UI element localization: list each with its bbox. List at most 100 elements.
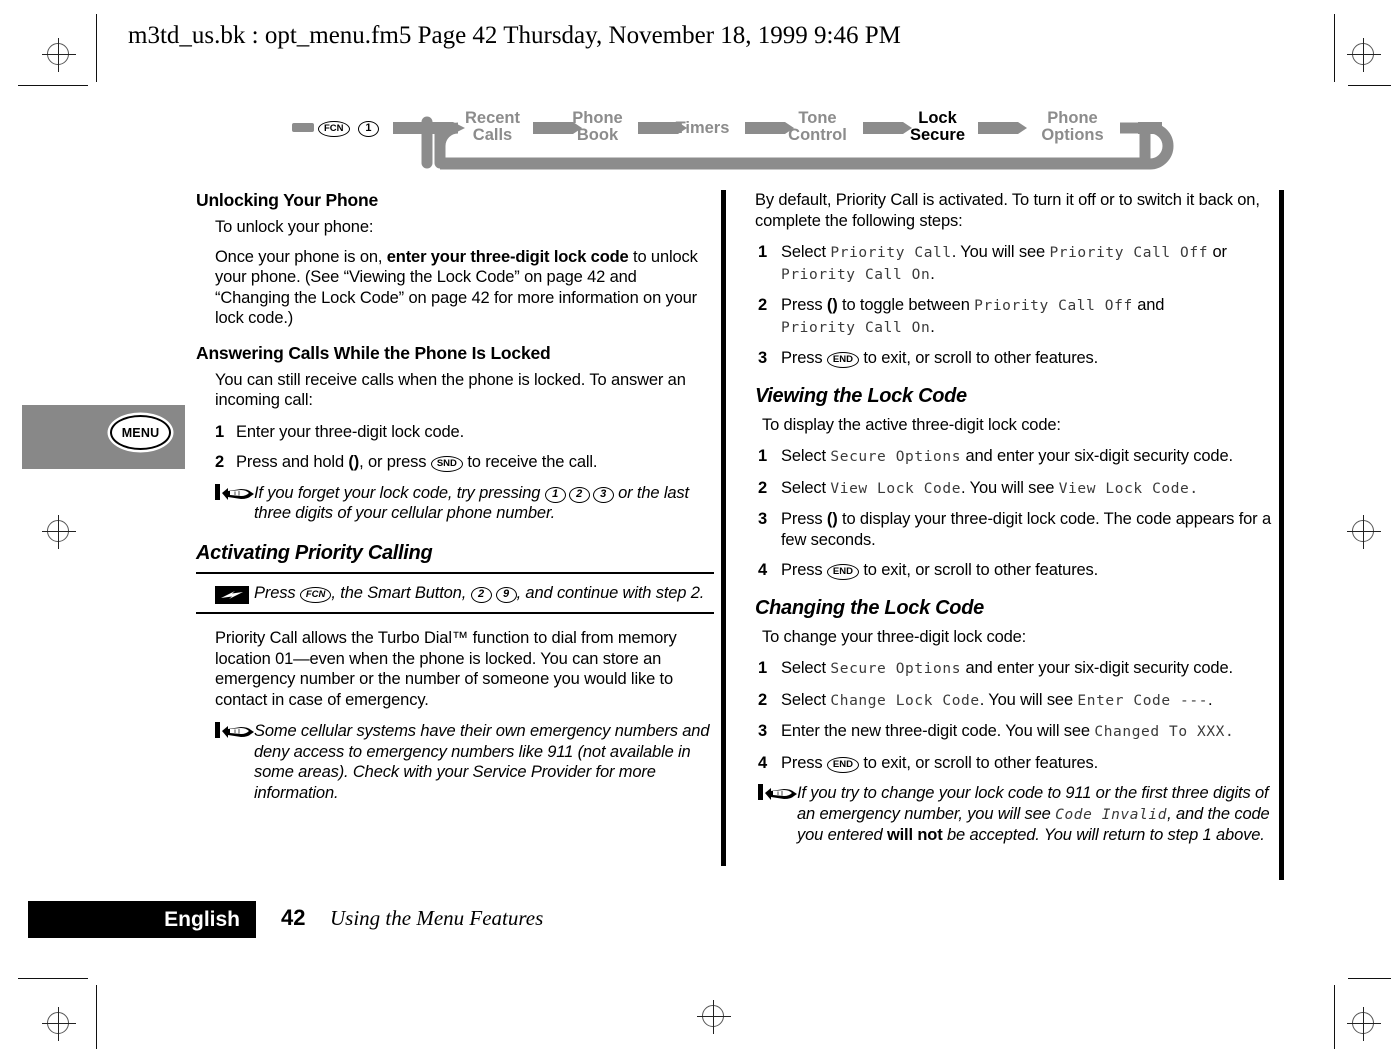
heading-viewing-the-lock-code: Viewing the Lock Code bbox=[755, 384, 967, 407]
column-divider-rule bbox=[721, 190, 726, 866]
step-change-4-a: Press bbox=[781, 753, 827, 772]
lightning-bolt-icon bbox=[215, 585, 249, 604]
step-priority-1-c: or bbox=[1208, 243, 1227, 261]
step-priority-2-b: to toggle between bbox=[837, 296, 975, 314]
right-column: By default, Priority Call is activated. … bbox=[755, 190, 1273, 856]
crop-mark-top-right-horizontal bbox=[1348, 85, 1391, 86]
footer-chapter-title: Using the Menu Features bbox=[330, 906, 544, 930]
step-answering-2-a: Press and hold bbox=[236, 453, 349, 471]
footer-language-label: English bbox=[164, 907, 240, 931]
end-key-icon: END bbox=[826, 352, 859, 368]
para-priority-call-description: Priority Call allows the Turbo Dial™ fun… bbox=[215, 629, 677, 709]
menu-map-item-lock-secure[interactable]: Lock Secure bbox=[890, 110, 985, 144]
step-change-2-number: 2 bbox=[758, 690, 768, 709]
menu-map-item-tone-control-line1: Tone bbox=[798, 109, 837, 127]
crop-mark-bottom-right-vertical bbox=[1334, 985, 1335, 1049]
para-answering-lead: You can still receive calls when the pho… bbox=[215, 370, 686, 410]
fcn-key-icon: FCN bbox=[318, 121, 350, 137]
step-change-2-c: . bbox=[1208, 690, 1213, 709]
menu-map-item-recent-calls-line1: Recent bbox=[464, 109, 521, 127]
footer-page-number: 42 bbox=[281, 905, 306, 930]
step-change-4-b: to exit, or scroll to other features. bbox=[858, 753, 1099, 772]
step-priority-1-a: Select bbox=[781, 243, 831, 261]
two-key-icon-tip: 2 bbox=[470, 586, 492, 603]
registration-mark-top-left bbox=[42, 38, 76, 72]
nine-key-icon-tip: 9 bbox=[495, 586, 517, 603]
step-view-1-a: Select bbox=[781, 447, 831, 465]
step-view-3-a: Press bbox=[781, 510, 827, 528]
step-answering-2-b: , or press bbox=[359, 453, 431, 471]
heading-changing-the-lock-code: Changing the Lock Code bbox=[755, 596, 984, 619]
step-priority-2: 2 Press () to toggle between Priority Cal… bbox=[755, 295, 1273, 338]
page-edge-rule bbox=[1279, 190, 1284, 880]
tip-text-b: , the Smart Button, bbox=[331, 583, 471, 602]
lcd-secure-options-2: Secure Options bbox=[830, 661, 962, 677]
step-view-2-a: Select bbox=[781, 478, 831, 497]
menu-map-item-recent-calls[interactable]: Recent Calls bbox=[450, 110, 535, 144]
para-viewing-lead: To display the active three-digit lock c… bbox=[762, 415, 1061, 434]
step-priority-3-b: to exit, or scroll to other features. bbox=[858, 349, 1099, 367]
crop-mark-top-right-vertical bbox=[1334, 14, 1335, 82]
step-view-2-b: . You will see bbox=[961, 478, 1059, 497]
heading-activating-priority-calling: Activating Priority Calling bbox=[196, 541, 433, 564]
menu-map-item-timers[interactable]: Timers bbox=[660, 120, 745, 137]
lcd-view-lock-code-2: View Lock Code. bbox=[1058, 480, 1199, 497]
step-priority-3: 3 Press END to exit, or scroll to other f… bbox=[755, 348, 1273, 369]
lcd-code-invalid: Code Invalid bbox=[1055, 806, 1168, 823]
step-view-3: 3 Press () to display your three-digit lo… bbox=[755, 509, 1273, 550]
tip-text-c: , and continue with step 2. bbox=[516, 583, 705, 602]
step-priority-1-b: . You will see bbox=[951, 243, 1050, 261]
three-key-icon-note: 3 bbox=[592, 486, 614, 503]
registration-mark-bottom-center bbox=[697, 1000, 731, 1034]
menu-map-item-phone-book[interactable]: Phone Book bbox=[555, 110, 640, 144]
para-unlock-detail-a: Once your phone is on, bbox=[215, 247, 387, 266]
volume-key-icon-3: () bbox=[826, 510, 838, 528]
shortcut-tip-box: Press FCN, the Smart Button, 29, and con… bbox=[196, 571, 714, 614]
note-code-invalid-c: be accepted. You will return to step 1 a… bbox=[942, 826, 1265, 844]
menu-map-item-lock-secure-line2: Secure bbox=[909, 126, 966, 144]
registration-mark-bottom-left bbox=[42, 1007, 76, 1041]
volume-key-icon: () bbox=[348, 453, 360, 471]
step-priority-2-d: . bbox=[930, 317, 935, 336]
step-view-1-b: and enter your six-digit security code. bbox=[961, 447, 1233, 465]
step-priority-2-a: Press bbox=[781, 296, 827, 314]
step-view-3-b: to display your three-digit lock code. T… bbox=[781, 510, 1271, 549]
menu-map-item-tone-control[interactable]: Tone Control bbox=[770, 110, 865, 144]
menu-map-item-phone-book-line1: Phone bbox=[572, 109, 623, 127]
menu-map-item-phone-options[interactable]: Phone Options bbox=[1025, 110, 1120, 144]
note-forgot-lock-code-a: If you forget your lock code, try pressi… bbox=[254, 483, 545, 502]
step-priority-1: 1 Select Priority Call. You will see Prio… bbox=[755, 242, 1273, 285]
step-view-2: 2 Select View Lock Code. You will see Vie… bbox=[755, 478, 1273, 500]
left-column: Unlocking Your Phone To unlock your phon… bbox=[196, 190, 714, 813]
para-priority-call-default: By default, Priority Call is activated. … bbox=[755, 191, 1260, 230]
step-view-4: 4 Press END to exit, or scroll to other f… bbox=[755, 560, 1273, 581]
crop-mark-bottom-left-horizontal bbox=[18, 978, 88, 979]
lcd-enter-code: Enter Code --- bbox=[1077, 692, 1209, 709]
note-code-invalid-bold: will not bbox=[886, 826, 943, 844]
menu-map-item-tone-control-line2: Control bbox=[788, 126, 847, 144]
menu-map-item-phone-options-line2: Options bbox=[1041, 126, 1104, 144]
step-view-1: 1 Select Secure Options and enter your si… bbox=[755, 446, 1273, 468]
menu-map-item-recent-calls-line2: Calls bbox=[472, 126, 513, 144]
two-key-icon-note: 2 bbox=[568, 486, 590, 503]
step-change-1-b: and enter your six-digit security code. bbox=[961, 659, 1233, 677]
lcd-changed-to-xxx: Changed To XXX. bbox=[1094, 724, 1235, 740]
step-view-1-number: 1 bbox=[758, 447, 768, 465]
lcd-view-lock-code: View Lock Code bbox=[830, 480, 962, 497]
end-key-icon-change: END bbox=[826, 756, 859, 773]
registration-mark-bottom-right bbox=[1347, 1007, 1381, 1041]
lcd-priority-call: Priority Call bbox=[830, 245, 952, 261]
step-view-3-number: 3 bbox=[758, 510, 768, 528]
step-change-3: 3 Enter the new three-digit code. You wil… bbox=[755, 721, 1273, 743]
para-unlock-detail-bold: enter your three-digit lock code bbox=[386, 247, 629, 266]
tip-text-a: Press bbox=[254, 583, 300, 602]
step-change-4: 4 Press END to exit, or scroll to other f… bbox=[755, 753, 1273, 774]
one-key-icon-note: 1 bbox=[544, 486, 566, 503]
step-change-2-b: . You will see bbox=[979, 690, 1078, 709]
step-change-2-a: Select bbox=[781, 690, 831, 709]
step-answering-1-number: 1 bbox=[215, 422, 225, 441]
menu-key-icon: MENU bbox=[110, 415, 171, 450]
step-change-1-a: Select bbox=[781, 659, 831, 677]
step-priority-2-number: 2 bbox=[758, 296, 768, 314]
lcd-priority-call-on: Priority Call On bbox=[781, 266, 931, 283]
